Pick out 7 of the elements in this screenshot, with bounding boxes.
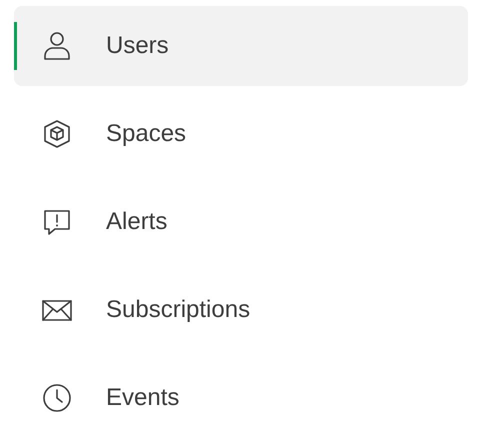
nav-item[interactable]: Spaces bbox=[14, 94, 468, 174]
nav-item[interactable]: Alerts bbox=[14, 182, 468, 262]
nav-item[interactable]: Users bbox=[14, 6, 468, 86]
clock-icon bbox=[40, 381, 74, 415]
nav-item[interactable]: Subscriptions bbox=[14, 270, 468, 350]
selection-indicator bbox=[14, 22, 17, 70]
nav-item[interactable]: Events bbox=[14, 358, 468, 436]
